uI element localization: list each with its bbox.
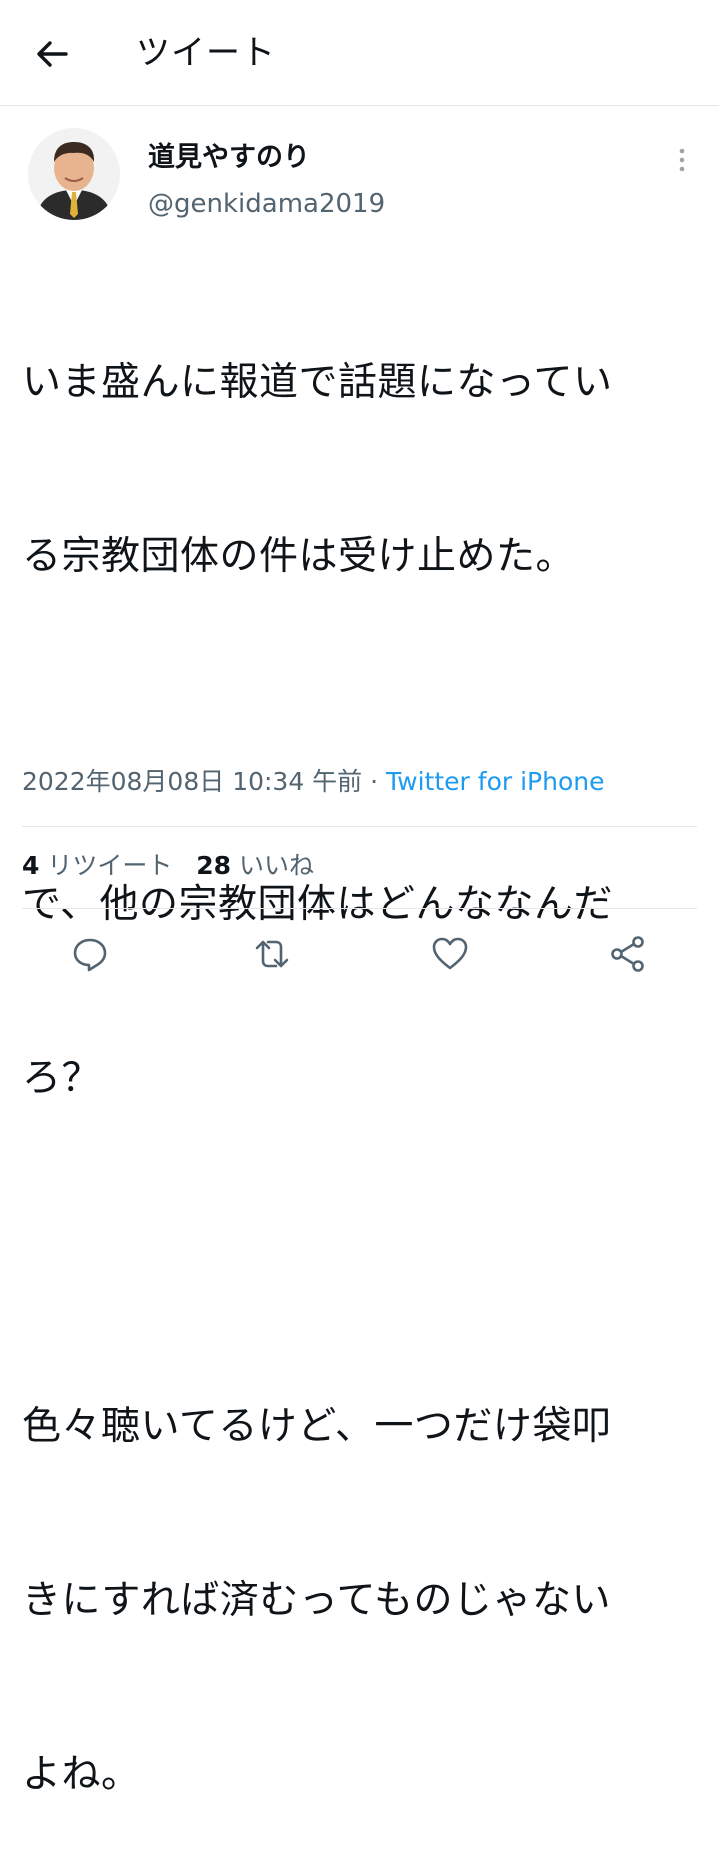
divider bbox=[22, 908, 697, 909]
like-button[interactable] bbox=[430, 934, 470, 974]
tweet-source-link[interactable]: Twitter for iPhone bbox=[386, 767, 604, 796]
arrow-left-icon bbox=[37, 41, 68, 67]
metadata-separator: · bbox=[362, 767, 387, 796]
tweet-line: ろ？ bbox=[22, 1056, 102, 1101]
page-title: ツイート bbox=[136, 33, 276, 73]
tweet-line: きにすれば済むってものじゃない bbox=[22, 1578, 611, 1623]
tweet-line: る宗教団体の件は受け止めた。 bbox=[22, 534, 576, 579]
tweet-text: いま盛んに報道で話題になってい る宗教団体の件は受け止めた。 で、他の宗教団体は… bbox=[22, 238, 702, 1862]
likes-label: いいね bbox=[238, 851, 314, 880]
share-button[interactable] bbox=[608, 934, 648, 974]
engagement-stats: 4 リツイート 28 いいね bbox=[22, 848, 314, 884]
retweet-button[interactable] bbox=[252, 934, 292, 974]
tweet-line bbox=[22, 1224, 702, 1282]
author-name[interactable]: 道見やすのり bbox=[148, 140, 310, 176]
reply-icon bbox=[73, 938, 107, 972]
reply-button[interactable] bbox=[70, 934, 110, 974]
more-options-button[interactable] bbox=[668, 146, 696, 174]
tweet-line bbox=[22, 702, 702, 760]
divider bbox=[22, 826, 697, 827]
retweets-count: 4 bbox=[22, 851, 40, 880]
tweet-line: 色々聴いてるけど、一つだけ袋叩 bbox=[22, 1404, 612, 1449]
like-icon bbox=[432, 937, 468, 970]
likes-count: 28 bbox=[196, 851, 232, 880]
author-handle[interactable]: @genkidama2019 bbox=[148, 186, 385, 222]
top-bar: ツイート bbox=[0, 0, 719, 106]
tweet-line: よね。 bbox=[22, 1752, 141, 1797]
avatar[interactable] bbox=[28, 128, 120, 220]
tweet-timestamp[interactable]: 2022年08月08日 10:34 午前 bbox=[22, 767, 362, 796]
likes-stat[interactable]: 28 いいね bbox=[196, 851, 314, 880]
tweet-metadata: 2022年08月08日 10:34 午前 · Twitter for iPhon… bbox=[22, 764, 604, 800]
avatar-image bbox=[28, 128, 120, 220]
tweet-line: いま盛んに報道で話題になってい bbox=[22, 360, 613, 405]
share-icon bbox=[611, 936, 644, 972]
retweet-icon bbox=[255, 940, 289, 968]
more-vertical-icon bbox=[679, 148, 685, 172]
tweet-line: で、他の宗教団体はどんななんだ bbox=[22, 882, 613, 927]
retweets-label: リツイート bbox=[47, 851, 173, 880]
retweets-stat[interactable]: 4 リツイート bbox=[22, 851, 172, 880]
back-button[interactable] bbox=[28, 30, 76, 78]
